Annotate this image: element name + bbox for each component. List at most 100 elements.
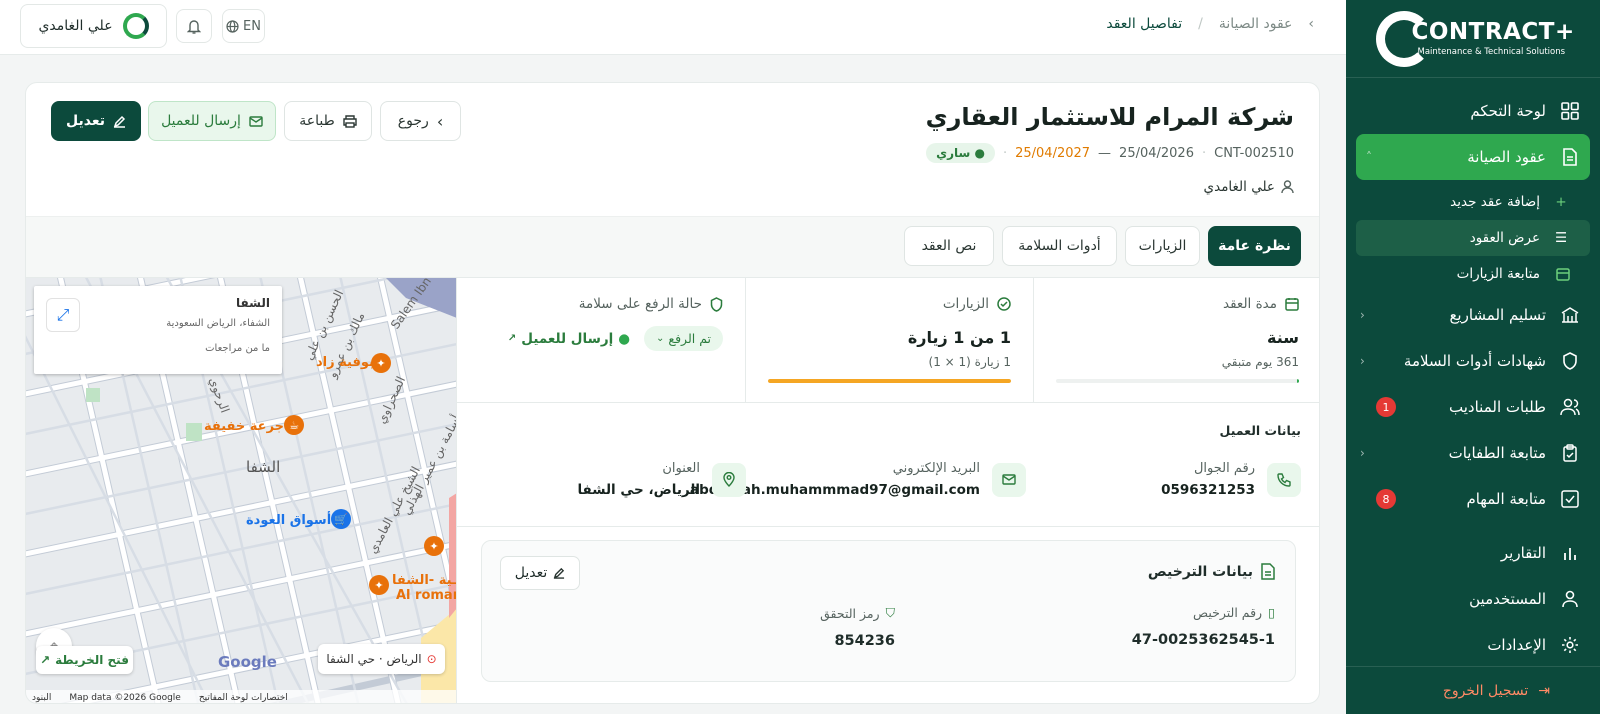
avatar [122,13,149,39]
sidebar-item-reports[interactable]: التقارير [1346,530,1600,576]
print-label: طباعة [299,113,335,129]
field-label: رقم الترخيص [1193,605,1263,620]
sidebar-subitem-view-contracts[interactable]: ☰ عرض العقود [1356,220,1590,256]
list-icon: ☰ [1554,230,1568,246]
whatsapp-send-label: إرسال للعميل [521,330,614,347]
sidebar-item-settings[interactable]: الإعدادات [1346,622,1600,668]
tab-overview[interactable]: نظرة عامة [1208,226,1301,266]
edit-label: تعديل [514,565,548,581]
poi-label[interactable]: ـية -الشفا [392,573,456,588]
sidebar-item-safety-certs[interactable]: شهادات أدوات السلامة ‹ [1346,338,1600,384]
sidebar-item-project-delivery[interactable]: تسليم المشاريع ‹ [1346,292,1600,338]
brand-subtitle: Maintenance & Technical Solutions [1417,46,1566,57]
sidebar-subitem-add-contract[interactable]: + إضافة عقد جديد [1346,184,1600,220]
sidebar-subitem-label: متابعة الزيارات [1456,266,1540,282]
poi-label[interactable]: بوفية زاد [316,355,374,370]
sidebar-item-maintenance-contracts[interactable]: عقود الصيانة ˄ [1356,134,1590,180]
tab-visits[interactable]: الزيارات [1125,226,1200,266]
back-button[interactable]: › رجوع [380,101,461,141]
user-menu[interactable]: علي الغامدي [20,4,167,48]
breadcrumb-current: تفاصيل العقد [1106,16,1183,32]
phone-value[interactable]: 0596321253 [1161,482,1255,498]
stat-duration: مدة العقد سنة 361 يوم متبقي [1033,278,1319,403]
whatsapp-icon: ● [618,330,631,347]
file-icon: ▯ [1268,605,1275,620]
duration-progress-fill [1296,379,1299,383]
restaurant-pin-icon[interactable]: ✦ [371,353,391,373]
send-to-client-button[interactable]: إرسال للعميل [148,101,276,141]
sidebar-item-label: عقود الصيانة [1467,148,1546,166]
tab-safety-tools[interactable]: أدوات السلامة [1002,226,1117,266]
sidebar-subitem-visits-followup[interactable]: متابعة الزيارات [1346,256,1600,292]
logout-button[interactable]: ⇥ تسجيل الخروج [1346,666,1600,714]
terms-link[interactable]: البنود [32,693,51,703]
print-button[interactable]: طباعة [284,101,372,141]
location-pin-icon: ⊙ [426,652,437,666]
contract-card: شركة المرام للاستثمار العقاري CNT-002510… [25,82,1320,704]
meta-dot: · [1201,145,1207,161]
bell-icon [187,19,201,34]
sidebar-item-label: التقارير [1500,544,1546,562]
cafe-pin-icon[interactable]: ☕ [284,415,304,435]
sidebar-item-label: تسليم المشاريع [1449,306,1546,324]
stat-label: حالة الرفع على سلامة [578,296,702,312]
upload-status-label: تم الرفع [668,331,711,346]
stat-upload: حالة الرفع على سلامة تم الرفع ⌄ ● إرسال ل… [457,278,745,403]
plus-icon: + [1555,194,1567,210]
sidebar-item-label: شهادات أدوات السلامة [1403,352,1546,370]
sidebar-item-rep-requests[interactable]: طلبات المناديب 1 [1346,384,1600,430]
chevron-left-icon: ‹ [1360,354,1365,368]
stat-label: الزيارات [942,296,989,312]
owner-name: علي الغامدي [1203,179,1275,195]
map-attribution: البنود Map data ©2026 Google اختصارات لو… [26,690,456,703]
breadcrumb-parent[interactable]: عقود الصيانة [1219,16,1293,32]
language-toggle[interactable]: EN [222,9,265,43]
sidebar-item-users[interactable]: المستخدمين [1346,576,1600,622]
shopping-pin-icon[interactable]: 🛒 [331,509,351,529]
poi-label[interactable]: Al romar [396,588,456,603]
field-label: رمز التحقق [820,605,880,621]
restaurant-pin-icon[interactable]: ✦ [424,536,444,556]
stat-label: مدة العقد [1223,296,1277,312]
tab-contract-text[interactable]: نص العقد [904,226,994,266]
open-map-label: فتح الخريطة [55,653,129,667]
location-pin-icon [712,462,746,497]
place-reviews: ما من مراجعات [205,343,270,354]
logout-icon: ⇥ [1538,682,1550,699]
poi-label[interactable]: جرعة خفيفة [204,419,284,434]
poi-label[interactable]: أسواق العودة [246,513,331,528]
chevron-down-icon: ⌄ [656,333,665,344]
external-link-icon: ↗ [40,653,51,667]
verify-code: ⛉ رمز التحقق 854236 [820,605,895,649]
keyboard-shortcuts-link[interactable]: اختصارات لوحة المفاتيح [199,693,288,703]
location-chip-label: الرياض · حي الشفا [326,652,422,666]
status-badge: ● ساري [926,143,995,163]
shield-icon [710,296,723,312]
contract-owner: علي الغامدي [1204,179,1294,195]
meta-dot: · [1002,145,1008,161]
logout-label: تسجيل الخروج [1442,682,1529,699]
upload-status-dropdown[interactable]: تم الرفع ⌄ [644,326,723,351]
gear-icon [1560,635,1580,655]
whatsapp-send-link[interactable]: ● إرسال للعميل ↗ [508,331,630,347]
field-label: رقم الجوال [1193,461,1255,476]
license-edit-button[interactable]: تعديل [500,556,580,590]
chevron-right-icon[interactable]: › [1308,16,1314,32]
restaurant-pin-icon[interactable]: ✦ [369,575,389,595]
google-logo: Google [218,653,277,671]
external-link-icon: ↗ [507,333,517,344]
sidebar-item-tasks[interactable]: متابعة المهام 8 [1346,476,1600,522]
edit-button[interactable]: تعديل [51,101,141,141]
edit-label: تعديل [66,113,105,129]
place-info-card: الشفا الشفاء، الرياض السعودية ما من مراج… [34,286,282,374]
sidebar-subitem-label: إضافة عقد جديد [1450,194,1540,210]
location-map[interactable]: الشفا الشفاء، الرياض السعودية ما من مراج… [26,278,457,703]
brand-logo[interactable]: CONTRACT+ Maintenance & Technical Soluti… [1346,0,1600,78]
notifications-button[interactable] [176,9,212,43]
expand-icon[interactable]: ⤢ [46,298,80,332]
stat-value: سنة [1267,328,1299,347]
sidebar-item-extinguishers[interactable]: متابعة الطفايات ‹ [1346,430,1600,476]
license-number-value: 47-0025362545-1 [1131,632,1275,648]
sidebar-item-dashboard[interactable]: لوحة التحكم [1346,88,1600,134]
open-map-button[interactable]: فتح الخريطة ↗ [36,646,133,674]
